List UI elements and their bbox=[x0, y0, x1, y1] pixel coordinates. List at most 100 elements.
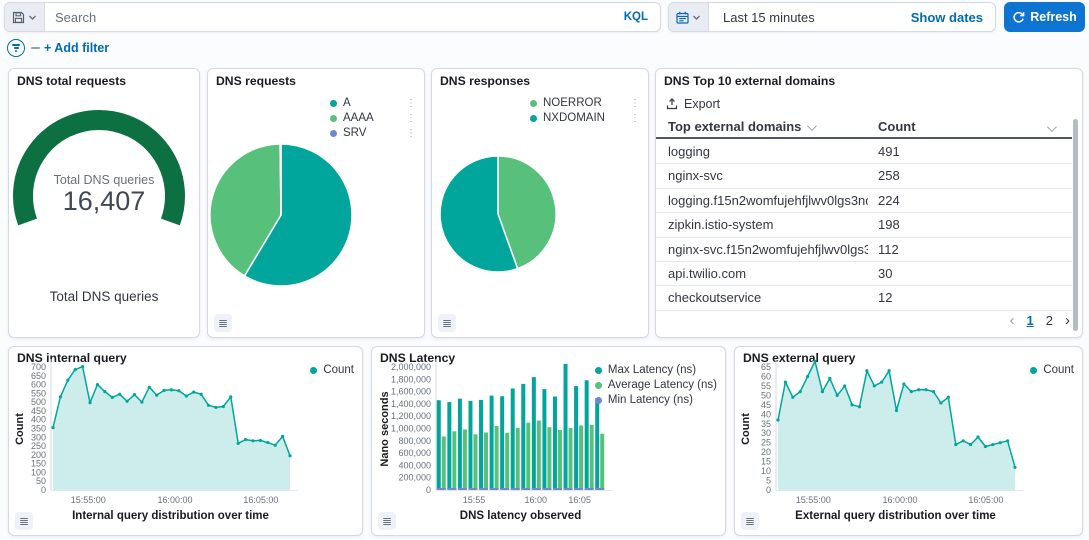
svg-text:45: 45 bbox=[761, 400, 771, 410]
legend-item-menu-icon[interactable]: ⋮ bbox=[394, 113, 416, 124]
legend-item[interactable]: SRV⋮ bbox=[330, 127, 416, 139]
legend-item[interactable]: NXDOMAIN ⋮ bbox=[530, 112, 640, 124]
svg-text:1,000,000: 1,000,000 bbox=[391, 424, 431, 434]
count-cell: 198 bbox=[878, 217, 900, 232]
chart-legend: Count bbox=[1030, 364, 1074, 376]
svg-text:1,200,000: 1,200,000 bbox=[391, 411, 431, 421]
legend-item-menu-icon[interactable]: ⋮ bbox=[394, 128, 416, 139]
legend-item[interactable]: Average Latency (ns) bbox=[595, 379, 717, 391]
svg-text:65: 65 bbox=[761, 362, 771, 372]
legend-toggle-button[interactable]: ≣ bbox=[378, 512, 396, 530]
legend-dot-icon bbox=[310, 367, 317, 374]
pie-legend: NOERROR ⋮ NXDOMAIN ⋮ bbox=[530, 97, 640, 124]
column-header-domains[interactable]: Top external domains bbox=[668, 119, 814, 134]
legend-dot-icon bbox=[595, 367, 602, 374]
time-range-value[interactable]: Last 15 minutes bbox=[709, 3, 829, 31]
legend-item[interactable]: AAAA ⋮ bbox=[330, 112, 416, 124]
legend-item-menu-icon[interactable]: ⋮ bbox=[618, 113, 640, 124]
legend-label: A bbox=[343, 97, 351, 109]
legend-toggle-button[interactable]: ≣ bbox=[741, 512, 759, 530]
refresh-button[interactable]: Refresh bbox=[1004, 2, 1085, 32]
domain-cell: nginx-svc.f15n2womfujehfjlwv0lgs3no... bbox=[668, 242, 868, 257]
legend-label: NOERROR bbox=[543, 97, 602, 109]
panel-dns-responses: DNS responses NOERROR⋮NXDOMAIN⋮ ≣ bbox=[431, 68, 649, 338]
pagination-page-2[interactable]: 2 bbox=[1046, 313, 1053, 328]
svg-text:15:55: 15:55 bbox=[463, 495, 486, 505]
svg-text:400,000: 400,000 bbox=[398, 460, 431, 470]
legend-item[interactable]: NOERROR ⋮ bbox=[530, 97, 640, 109]
domain-cell: api.twilio.com bbox=[668, 266, 746, 281]
y-axis-label: Count bbox=[14, 413, 26, 445]
sort-chevron-icon[interactable] bbox=[1047, 122, 1057, 132]
svg-text:16:05:00: 16:05:00 bbox=[968, 495, 1003, 505]
svg-text:400: 400 bbox=[31, 415, 46, 425]
legend-toggle-button[interactable]: ≣ bbox=[15, 512, 33, 530]
svg-text:450: 450 bbox=[31, 406, 46, 416]
pagination-prev-icon[interactable]: ‹ bbox=[1010, 312, 1015, 329]
svg-text:2,000,000: 2,000,000 bbox=[391, 362, 431, 372]
table-row: nginx-svc.f15n2womfujehfjlwv0lgs3no... 11… bbox=[656, 238, 1072, 262]
gauge-value: 16,407 bbox=[9, 186, 199, 217]
domain-cell: checkoutservice bbox=[668, 290, 761, 305]
legend-label: NXDOMAIN bbox=[543, 112, 605, 124]
panel-dns-total-requests: DNS total requests Total DNS queries 16,… bbox=[8, 68, 200, 338]
svg-text:35: 35 bbox=[761, 419, 771, 429]
domain-cell: nginx-svc bbox=[668, 168, 723, 183]
search-input[interactable] bbox=[45, 3, 612, 31]
legend-item[interactable]: Max Latency (ns) bbox=[595, 364, 717, 376]
count-cell: 30 bbox=[878, 266, 892, 281]
table-row: checkoutservice12 bbox=[656, 286, 1072, 310]
svg-text:15: 15 bbox=[761, 457, 771, 467]
legend-dot-icon bbox=[530, 100, 537, 107]
export-button[interactable]: Export bbox=[666, 97, 720, 111]
legend-label: AAAA bbox=[343, 112, 374, 124]
legend-item[interactable]: Count bbox=[310, 364, 354, 376]
svg-text:0: 0 bbox=[766, 485, 771, 495]
legend-dot-icon bbox=[1030, 367, 1037, 374]
column-header-count[interactable]: Count bbox=[878, 119, 916, 134]
svg-text:55: 55 bbox=[761, 381, 771, 391]
saved-query-menu-button[interactable] bbox=[5, 3, 45, 31]
svg-text:700: 700 bbox=[31, 362, 46, 372]
svg-text:200,000: 200,000 bbox=[398, 473, 431, 483]
legend-item[interactable]: Count bbox=[1030, 364, 1074, 376]
svg-text:16:00:00: 16:00:00 bbox=[883, 495, 918, 505]
table-scrollbar[interactable] bbox=[1073, 119, 1078, 331]
svg-text:150: 150 bbox=[31, 459, 46, 469]
legend-item-menu-icon[interactable]: ⋮ bbox=[618, 98, 640, 109]
table-row: zipkin.istio-system 198 bbox=[656, 213, 1072, 237]
pagination-next-icon[interactable]: › bbox=[1065, 312, 1070, 329]
legend-toggle-button[interactable]: ≣ bbox=[438, 314, 456, 332]
svg-text:40: 40 bbox=[761, 409, 771, 419]
table-row: logging.f15n2womfujehfjlwv0lgs3nog....22… bbox=[656, 189, 1072, 213]
legend-label: Max Latency (ns) bbox=[608, 364, 696, 376]
svg-text:15:55:00: 15:55:00 bbox=[796, 495, 831, 505]
pagination-page-1[interactable]: 1 bbox=[1027, 313, 1034, 328]
count-cell: 112 bbox=[878, 242, 899, 257]
filter-options-button[interactable] bbox=[7, 39, 25, 57]
date-quick-select-button[interactable] bbox=[669, 3, 709, 31]
svg-text:30: 30 bbox=[761, 428, 771, 438]
count-cell: 491 bbox=[878, 144, 900, 159]
add-filter-link[interactable]: + Add filter bbox=[44, 41, 109, 55]
count-cell: 258 bbox=[878, 168, 900, 183]
legend-toggle-button[interactable]: ≣ bbox=[214, 314, 232, 332]
kql-button[interactable]: KQL bbox=[612, 3, 660, 31]
search-bar: KQL bbox=[4, 2, 661, 32]
legend-label: Count bbox=[1043, 364, 1074, 376]
svg-text:550: 550 bbox=[31, 388, 46, 398]
domain-cell: zipkin.istio-system bbox=[668, 217, 773, 232]
table-row: nginx-svc 258 bbox=[656, 164, 1072, 188]
filter-bar: + Add filter bbox=[0, 36, 1089, 60]
legend-item-menu-icon[interactable]: ⋮ bbox=[394, 98, 416, 109]
svg-text:800,000: 800,000 bbox=[398, 436, 431, 446]
refresh-icon bbox=[1012, 11, 1025, 24]
svg-text:15:55:00: 15:55:00 bbox=[71, 495, 106, 505]
legend-item[interactable]: Min Latency (ns) bbox=[595, 394, 717, 406]
svg-text:10: 10 bbox=[761, 466, 771, 476]
svg-text:60: 60 bbox=[761, 371, 771, 381]
show-dates-link[interactable]: Show dates bbox=[899, 3, 995, 31]
chart-legend: Count bbox=[310, 364, 354, 376]
legend-item[interactable]: A⋮ bbox=[330, 97, 416, 109]
legend-dot-icon bbox=[595, 397, 602, 404]
